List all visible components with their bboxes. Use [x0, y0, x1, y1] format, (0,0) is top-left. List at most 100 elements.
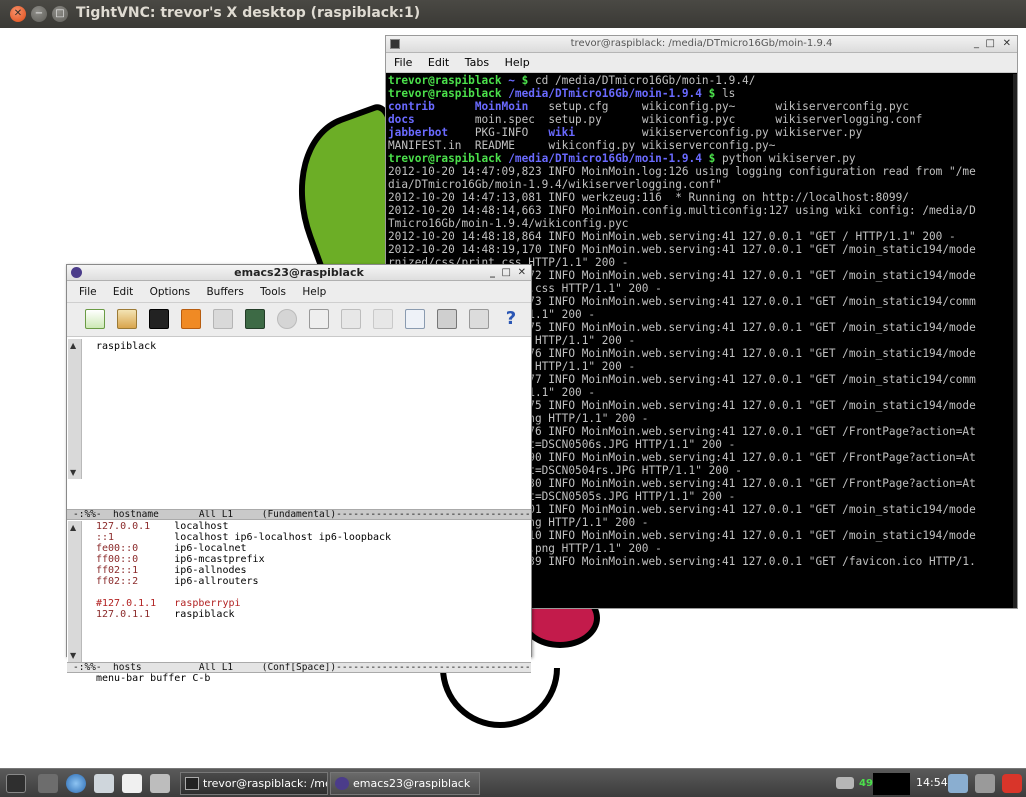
save-icon[interactable] — [213, 309, 233, 329]
network-icon[interactable] — [836, 777, 854, 789]
open-folder-icon[interactable] — [117, 309, 137, 329]
cpu-monitor[interactable] — [873, 773, 910, 795]
terminal-titlebar[interactable]: trevor@raspiblack: /media/DTmicro16Gb/mo… — [386, 36, 1017, 53]
windows-icon[interactable] — [94, 774, 114, 793]
screen: ✕ − □ TightVNC: trevor's X desktop (rasp… — [0, 0, 1026, 797]
ls-entry: moin.spec — [474, 113, 549, 126]
hosts-line: 127.0.0.1 localhost — [96, 521, 229, 532]
ls-entry: wikiserverconfig.py~ — [641, 139, 783, 152]
emacs-window[interactable]: emacs23@raspiblack _ □ ✕ File Edit Optio… — [66, 264, 532, 684]
ls-entry: setup.py — [548, 113, 642, 126]
hosts-line: ::1 localhost ip6-localhost ip6-loopback — [96, 532, 392, 543]
terminal-menu-edit[interactable]: Edit — [428, 56, 449, 69]
vnc-window-title: TightVNC: trevor's X desktop (raspiblack… — [76, 5, 421, 21]
vnc-titlebar: ✕ − □ TightVNC: trevor's X desktop (rasp… — [0, 0, 1026, 28]
emacs-maximize-button[interactable]: □ — [502, 265, 511, 280]
terminal-line: 2012-10-20 14:47:13,081 INFO werkzeug:11… — [388, 191, 909, 204]
emacs-title: emacs23@raspiblack — [234, 266, 364, 279]
dired-icon[interactable] — [149, 309, 169, 329]
buffer-text: raspiblack — [96, 341, 157, 352]
terminal-line: 2012-10-20 14:47:09,823 INFO MoinMoin.lo… — [388, 165, 976, 178]
undo-icon[interactable] — [277, 309, 297, 329]
preferences-icon[interactable] — [469, 309, 489, 329]
emacs-scrollbar-bottom[interactable]: ▲ ▼ — [68, 521, 82, 662]
file-manager-icon[interactable] — [38, 774, 58, 793]
print-icon[interactable] — [437, 309, 457, 329]
emacs-task-icon — [335, 777, 349, 790]
hosts-line: fe00::0 ip6-localnet — [96, 543, 247, 554]
task-terminal[interactable]: trevor@raspiblack: /me... — [180, 772, 328, 795]
hosts-line: 127.0.1.1 raspiblack — [96, 609, 235, 620]
emacs-close-button[interactable]: ✕ — [518, 265, 526, 280]
modeline-hosts[interactable]: -:%%- hosts All L1 (Conf[Space])--------… — [67, 662, 531, 673]
hosts-line: ff02::2 ip6-allrouters — [96, 576, 259, 587]
browser-icon[interactable] — [66, 774, 86, 793]
terminal-line: trevor@raspiblack /media/DTmicro16Gb/moi… — [388, 152, 856, 165]
lock-icon[interactable] — [975, 774, 995, 793]
ls-entry: docs — [388, 113, 475, 126]
help-icon[interactable]: ? — [501, 309, 521, 329]
search-icon[interactable] — [405, 309, 425, 329]
vnc-maximize-button[interactable]: □ — [52, 6, 68, 22]
save-as-icon[interactable] — [245, 309, 265, 329]
ls-entry: wiki — [548, 126, 642, 139]
new-file-icon[interactable] — [85, 309, 105, 329]
ls-entry: wikiconfig.py~ — [641, 100, 776, 113]
ls-entry: jabberbot — [388, 126, 475, 139]
vnc-minimize-button[interactable]: − — [31, 6, 47, 22]
hosts-line: #127.0.1.1 raspberrypi — [96, 598, 241, 609]
screen-icon[interactable] — [948, 774, 968, 793]
terminal-maximize-button[interactable]: □ — [986, 36, 995, 52]
terminal-menu-tabs[interactable]: Tabs — [465, 56, 489, 69]
terminal-line: Tmicro16Gb/moin-1.9.4/wikiconfig.pyc — [388, 217, 629, 230]
power-icon[interactable] — [1002, 774, 1022, 793]
ls-entry: wikiserverconfig.pyc — [775, 100, 910, 113]
terminal-minimize-button[interactable]: _ — [974, 36, 979, 52]
emacs-titlebar[interactable]: emacs23@raspiblack _ □ ✕ — [67, 265, 531, 281]
ls-entry: contrib — [388, 100, 475, 113]
emacs-buffer-hosts[interactable]: ▲ ▼ 127.0.0.1 localhost::1 localhost ip6… — [67, 521, 531, 668]
ls-entry: MANIFEST.in — [388, 139, 475, 152]
modeline-hostname[interactable]: -:%%- hostname All L1 (Fundamental)-----… — [67, 509, 531, 520]
emacs-buffer-hostname[interactable]: ▲ ▼ raspiblack — [67, 339, 531, 479]
emacs-menu-options[interactable]: Options — [150, 286, 191, 298]
vnc-close-button[interactable]: ✕ — [10, 6, 26, 22]
terminal-line: jabberbot PKG-INFO wiki wikiserverconfig… — [388, 126, 1017, 139]
terminal-scrollbar[interactable] — [1013, 74, 1017, 608]
emacs-menu-buffers[interactable]: Buffers — [206, 286, 243, 298]
emacs-scrollbar-top[interactable]: ▲ ▼ — [68, 339, 82, 479]
task-emacs-label: emacs23@raspiblack — [353, 777, 471, 790]
terminal-menubar: File Edit Tabs Help — [386, 53, 1017, 73]
paste-icon[interactable] — [373, 309, 393, 329]
emacs-menu-edit[interactable]: Edit — [113, 286, 133, 298]
ls-entry: PKG-INFO — [474, 126, 549, 139]
terminal-task-icon — [185, 777, 199, 790]
ls-entry: setup.cfg — [548, 100, 642, 113]
clock[interactable]: 14:54 — [916, 776, 948, 789]
emacs-menu-file[interactable]: File — [79, 286, 97, 298]
terminal-menu-help[interactable]: Help — [505, 56, 530, 69]
copy-icon[interactable] — [341, 309, 361, 329]
terminal-title: trevor@raspiblack: /media/DTmicro16Gb/mo… — [570, 38, 833, 49]
ls-entry: README — [474, 139, 549, 152]
emacs-menu-tools[interactable]: Tools — [260, 286, 286, 298]
terminal-line: 2012-10-20 14:48:18,864 INFO MoinMoin.we… — [388, 230, 956, 243]
terminal-close-button[interactable]: ✕ — [1003, 36, 1011, 52]
emacs-icon — [71, 267, 82, 278]
show-desktop-icon[interactable] — [150, 774, 170, 793]
ls-entry: wikiconfig.pyc — [641, 113, 776, 126]
menu-icon[interactable] — [6, 774, 26, 793]
hosts-line: ff02::1 ip6-allnodes — [96, 565, 247, 576]
desktop-icon[interactable] — [122, 774, 142, 793]
terminal-menu-file[interactable]: File — [394, 56, 412, 69]
emacs-minimize-button[interactable]: _ — [490, 265, 495, 280]
emacs-menubar: File Edit Options Buffers Tools Help — [67, 281, 531, 303]
hosts-file-content: 127.0.0.1 localhost::1 localhost ip6-loc… — [96, 521, 391, 620]
echo-area: menu-bar buffer C-b — [96, 673, 211, 684]
close-buffer-icon[interactable] — [181, 309, 201, 329]
emacs-menu-help[interactable]: Help — [302, 286, 326, 298]
cut-icon[interactable] — [309, 309, 329, 329]
tray-cpu-number: 49 — [859, 778, 873, 789]
task-emacs[interactable]: emacs23@raspiblack — [330, 772, 480, 795]
terminal-line: MANIFEST.in README wikiconfig.py wikiser… — [388, 139, 1017, 152]
